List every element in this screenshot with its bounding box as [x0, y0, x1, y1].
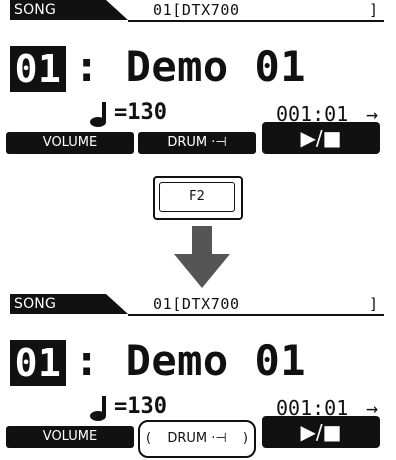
play-stop-button[interactable]: ▶/■	[262, 122, 380, 154]
quarter-note-icon	[90, 396, 106, 421]
f2-key-label: F2	[159, 182, 235, 212]
lcd-screen-after: SONG 01[DTX700 ] 01 : Demo 01 =130 001:0…	[6, 294, 390, 460]
down-arrow-icon	[174, 226, 230, 288]
header-divider	[128, 20, 384, 22]
mode-tab: SONG	[10, 294, 128, 314]
song-name: : Demo 01	[74, 336, 307, 385]
volume-button[interactable]: VOLUME	[6, 132, 134, 154]
mode-tab-label: SONG	[14, 2, 57, 18]
song-file-bracket: ]	[369, 1, 379, 19]
mode-tab: SONG	[10, 0, 128, 20]
song-number: 01	[10, 340, 66, 386]
drum-button-selected[interactable]: DRUM ·⊣	[138, 420, 256, 458]
drum-button[interactable]: DRUM ·⊣	[138, 132, 256, 154]
f2-key-button[interactable]: F2	[153, 176, 243, 220]
song-file-name: 01[DTX700	[153, 1, 240, 19]
song-file-name: 01[DTX700	[153, 295, 240, 313]
song-name: : Demo 01	[74, 42, 307, 91]
tempo-value: =130	[114, 100, 167, 125]
lcd-screen-before: SONG 01[DTX700 ] 01 : Demo 01 =130 001:0…	[6, 0, 390, 166]
quarter-note-icon	[90, 102, 106, 127]
mode-tab-label: SONG	[14, 296, 57, 312]
song-file-bracket: ]	[369, 295, 379, 313]
song-number: 01	[10, 46, 66, 92]
header-divider	[128, 314, 384, 316]
play-stop-button[interactable]: ▶/■	[262, 416, 380, 448]
volume-button[interactable]: VOLUME	[6, 426, 134, 448]
tempo-value: =130	[114, 394, 167, 419]
